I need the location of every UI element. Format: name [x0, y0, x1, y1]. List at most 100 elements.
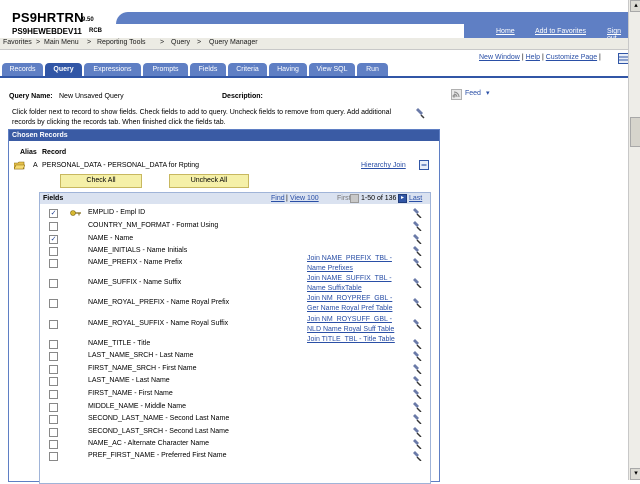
- chevron-down-icon[interactable]: ▾: [486, 89, 490, 97]
- edit-properties-icon[interactable]: [414, 107, 426, 119]
- edit-field-icon[interactable]: [412, 208, 422, 218]
- join-link[interactable]: Join NM_ROYPREF_GBL -: [307, 294, 392, 304]
- fields-grid: Fields Find | View 100 First 1-50 of 136…: [39, 192, 431, 484]
- field-checkbox[interactable]: [49, 452, 58, 461]
- field-checkbox[interactable]: [49, 299, 58, 308]
- field-name: SECOND_LAST_NAME - Second Last Name: [88, 415, 230, 422]
- field-checkbox[interactable]: [49, 247, 58, 256]
- scroll-up-arrow-icon[interactable]: ▴: [630, 0, 640, 12]
- tab-having[interactable]: Having: [269, 63, 307, 76]
- field-checkbox[interactable]: [49, 403, 58, 412]
- edit-field-icon[interactable]: [412, 402, 422, 412]
- field-row: ✓ NAME - Name: [40, 234, 430, 246]
- uncheck-all-button[interactable]: Uncheck All: [169, 174, 249, 188]
- tab-view-sql[interactable]: View SQL: [309, 63, 355, 76]
- field-checkbox[interactable]: [49, 340, 58, 349]
- field-checkbox[interactable]: [49, 365, 58, 374]
- database-name: PS9HEWEBDEV11: [12, 27, 82, 36]
- view-100-link[interactable]: View 100: [290, 195, 319, 202]
- field-checkbox[interactable]: [49, 415, 58, 424]
- field-row: MIDDLE_NAME - Middle Name: [40, 402, 430, 414]
- add-to-favorites-link[interactable]: Add to Favorites: [535, 28, 586, 35]
- field-checkbox[interactable]: ✓: [49, 209, 58, 218]
- tab-fields[interactable]: Fields: [190, 63, 226, 76]
- field-row: LAST_NAME - Last Name: [40, 376, 430, 388]
- edit-field-icon[interactable]: [412, 258, 422, 268]
- field-checkbox[interactable]: [49, 440, 58, 449]
- vertical-scrollbar[interactable]: ▴ ▾: [628, 0, 640, 480]
- record-alias: A: [33, 162, 38, 169]
- tab-run[interactable]: Run: [357, 63, 388, 76]
- field-row: SECOND_LAST_SRCH - Second Last Name: [40, 427, 430, 439]
- field-checkbox[interactable]: [49, 279, 58, 288]
- edit-field-icon[interactable]: [412, 439, 422, 449]
- field-row: ✓ EMPLID - Empl ID: [40, 208, 430, 220]
- edit-field-icon[interactable]: [412, 364, 422, 374]
- field-row: NAME_PREFIX - Name Prefix Join NAME_PREFI…: [40, 255, 430, 272]
- menu-favorites[interactable]: Favorites: [3, 39, 32, 46]
- menu-separator: >: [36, 39, 41, 46]
- edit-field-icon[interactable]: [412, 234, 422, 244]
- join-link[interactable]: Join NAME_PREFIX_TBL -: [307, 254, 392, 264]
- fields-title: Fields: [43, 195, 64, 202]
- join-link[interactable]: Join NM_ROYSUFF_GBL -: [307, 315, 392, 325]
- menu-query-manager[interactable]: Query Manager: [209, 39, 258, 46]
- edit-field-icon[interactable]: [412, 246, 422, 256]
- menu-main-menu[interactable]: Main Menu: [44, 39, 79, 46]
- customize-page-link[interactable]: Customize Page: [546, 54, 597, 61]
- edit-field-icon[interactable]: [412, 414, 422, 424]
- tab-expressions[interactable]: Expressions: [84, 63, 141, 76]
- scroll-thumb[interactable]: [630, 117, 640, 147]
- feed-link[interactable]: Feed: [465, 90, 481, 97]
- collapse-icon[interactable]: [419, 160, 429, 170]
- field-checkbox[interactable]: [49, 428, 58, 437]
- new-window-link[interactable]: New Window: [479, 54, 520, 61]
- edit-field-icon[interactable]: [412, 221, 422, 231]
- scroll-down-arrow-icon[interactable]: ▾: [630, 468, 640, 480]
- field-checkbox[interactable]: [49, 222, 58, 231]
- feed-icon[interactable]: [451, 89, 462, 100]
- home-link[interactable]: Home: [496, 28, 515, 35]
- join-link[interactable]: Ger Name Royal Pref Table: [307, 304, 392, 314]
- edit-field-icon[interactable]: [412, 376, 422, 386]
- edit-field-icon[interactable]: [412, 339, 422, 349]
- last-link[interactable]: Last: [409, 195, 422, 202]
- prev-page-icon[interactable]: [350, 194, 359, 203]
- check-all-button[interactable]: Check All: [60, 174, 142, 188]
- first-link[interactable]: First: [337, 195, 351, 202]
- field-checkbox[interactable]: ✓: [49, 235, 58, 244]
- field-name: NAME_ROYAL_PREFIX - Name Royal Prefix: [88, 299, 230, 306]
- tab-criteria[interactable]: Criteria: [228, 63, 267, 76]
- field-name: NAME - Name: [88, 235, 134, 242]
- field-checkbox[interactable]: [49, 352, 58, 361]
- join-link[interactable]: Name SuffixTable: [307, 284, 362, 294]
- edit-field-icon[interactable]: [412, 298, 422, 308]
- edit-field-icon[interactable]: [412, 319, 422, 329]
- help-link[interactable]: Help: [526, 54, 540, 61]
- tab-prompts[interactable]: Prompts: [143, 63, 188, 76]
- join-link[interactable]: Join NAME_SUFFIX_TBL -: [307, 274, 392, 284]
- field-checkbox[interactable]: [49, 259, 58, 268]
- menu-query[interactable]: Query: [171, 39, 190, 46]
- edit-field-icon[interactable]: [412, 278, 422, 288]
- join-link[interactable]: Join TITLE_TBL - Title Table: [307, 335, 395, 345]
- chosen-records-panel: Chosen Records Alias Record A PERSONAL_D…: [8, 129, 440, 484]
- tab-query[interactable]: Query: [45, 63, 82, 76]
- field-checkbox[interactable]: [49, 390, 58, 399]
- field-checkbox[interactable]: [49, 320, 58, 329]
- find-link[interactable]: Find: [271, 195, 285, 202]
- join-link[interactable]: Name Prefixes: [307, 264, 353, 274]
- next-page-icon[interactable]: ▸: [398, 194, 407, 203]
- field-name: FIRST_NAME_SRCH - First Name: [88, 365, 197, 372]
- menu-reporting-tools[interactable]: Reporting Tools: [97, 39, 146, 46]
- edit-field-icon[interactable]: [412, 427, 422, 437]
- hierarchy-join-link[interactable]: Hierarchy Join: [361, 162, 406, 169]
- join-link[interactable]: NLD Name Royal Suff Table: [307, 325, 394, 335]
- field-checkbox[interactable]: [49, 377, 58, 386]
- edit-field-icon[interactable]: [412, 389, 422, 399]
- header-navbar: [116, 12, 628, 24]
- tab-records[interactable]: Records: [2, 63, 43, 76]
- folder-open-icon[interactable]: [13, 161, 26, 170]
- edit-field-icon[interactable]: [412, 451, 422, 461]
- edit-field-icon[interactable]: [412, 351, 422, 361]
